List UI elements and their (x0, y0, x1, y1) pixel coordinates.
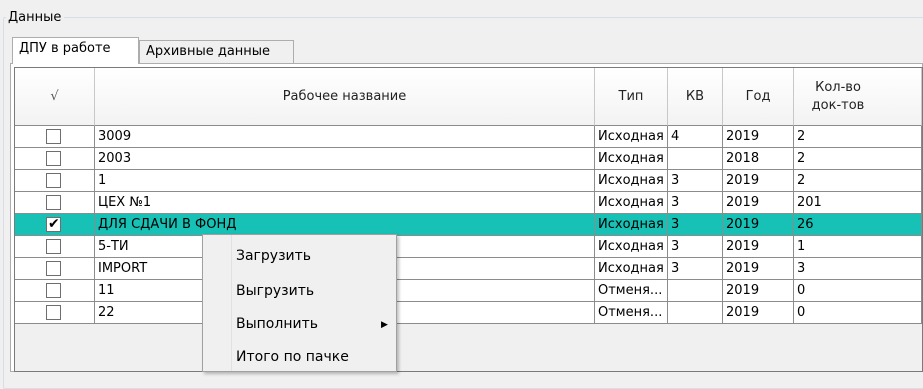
column-header-name[interactable]: Рабочее название (95, 68, 595, 126)
cell-year: 2019 (723, 280, 794, 302)
checkmark-icon: √ (50, 88, 59, 104)
cell-count: 1 (794, 236, 922, 258)
cell-count: 2 (794, 126, 922, 148)
cell-name: 3009 (95, 126, 595, 148)
cell-kv (668, 302, 723, 324)
table-row[interactable]: 3009 Исходная 4 2019 2 (15, 126, 922, 148)
menu-item-pack-total[interactable]: Итого по пачке (236, 346, 349, 368)
row-checkbox[interactable] (46, 239, 61, 254)
cell-kv: 3 (668, 258, 723, 280)
row-checkbox[interactable] (46, 195, 61, 210)
cell-type: Исходная (595, 236, 668, 258)
cell-type: Исходная (595, 192, 668, 214)
cell-type: Исходная (595, 258, 668, 280)
cell-kv: 3 (668, 170, 723, 192)
table-row[interactable]: 11 Отменя... 2019 0 (15, 280, 922, 302)
cell-type: Отменя... (595, 280, 668, 302)
cell-count: 2 (794, 170, 922, 192)
cell-year: 2019 (723, 302, 794, 324)
column-header-year[interactable]: Год (723, 68, 794, 126)
cell-count: 2 (794, 148, 922, 170)
cell-count: 26 (794, 214, 922, 236)
documents-grid[interactable]: √ Рабочее название Тип КВ Год Кол-во док… (14, 67, 923, 372)
row-check-cell: ✔ (15, 214, 95, 236)
row-check-cell (15, 258, 95, 280)
row-check-cell (15, 236, 95, 258)
row-check-cell (15, 192, 95, 214)
menu-item-unload[interactable]: Выгрузить (236, 280, 314, 302)
cell-year: 2019 (723, 214, 794, 236)
check-column-header[interactable]: √ (15, 68, 95, 126)
table-row[interactable]: ✔ ДЛЯ СДАЧИ В ФОНД Исходная 3 2019 26 (15, 214, 922, 236)
cell-year: 2018 (723, 148, 794, 170)
cell-type: Исходная (595, 148, 668, 170)
cell-type: Исходная (595, 126, 668, 148)
context-menu: Загрузить Выгрузить Выполнить ▶ Итого по… (202, 234, 397, 372)
table-row[interactable]: ЦЕХ №1 Исходная 3 2019 201 (15, 192, 922, 214)
table-row[interactable]: IMPORT Исходная 3 2019 3 (15, 258, 922, 280)
row-checkbox[interactable] (46, 283, 61, 298)
table-row[interactable]: 22 Отменя... 2019 0 (15, 302, 922, 324)
column-header-count-label: Кол-во док-тов (811, 79, 865, 113)
cell-count: 0 (794, 280, 922, 302)
cell-year: 2019 (723, 192, 794, 214)
table-row[interactable]: 5-ТИ Исходная 3 2019 1 (15, 236, 922, 258)
cell-kv: 3 (668, 192, 723, 214)
cell-type: Исходная (595, 170, 668, 192)
cell-type: Исходная (595, 214, 668, 236)
table-row[interactable]: 1 Исходная 3 2019 2 (15, 170, 922, 192)
cell-name: ЦЕХ №1 (95, 192, 595, 214)
submenu-arrow-icon: ▶ (381, 320, 388, 330)
cell-year: 2019 (723, 258, 794, 280)
cell-year: 2019 (723, 126, 794, 148)
cell-count: 0 (794, 302, 922, 324)
menu-item-execute[interactable]: Выполнить (236, 313, 318, 335)
menu-item-load[interactable]: Загрузить (236, 245, 311, 267)
row-check-cell (15, 280, 95, 302)
cell-kv: 3 (668, 214, 723, 236)
cell-type: Отменя... (595, 302, 668, 324)
cell-name: 2003 (95, 148, 595, 170)
table-row[interactable]: 2003 Исходная 2018 2 (15, 148, 922, 170)
row-check-cell (15, 302, 95, 324)
cell-kv: 4 (668, 126, 723, 148)
row-check-cell (15, 148, 95, 170)
cell-name: 1 (95, 170, 595, 192)
cell-kv (668, 280, 723, 302)
menu-icon-column-separator (231, 235, 232, 371)
cell-year: 2019 (723, 170, 794, 192)
cell-name: ДЛЯ СДАЧИ В ФОНД (95, 214, 595, 236)
cell-count: 201 (794, 192, 922, 214)
tab-dpu-in-work[interactable]: ДПУ в работе (12, 37, 139, 64)
row-check-cell (15, 126, 95, 148)
cell-kv: 3 (668, 236, 723, 258)
row-checkbox[interactable] (46, 151, 61, 166)
row-checkbox[interactable] (46, 173, 61, 188)
row-checkbox[interactable]: ✔ (46, 216, 61, 232)
group-title: Данные (6, 10, 65, 25)
column-header-type[interactable]: Тип (595, 68, 668, 126)
cell-year: 2019 (723, 236, 794, 258)
column-header-kv[interactable]: КВ (668, 68, 723, 126)
column-header-count[interactable]: Кол-во док-тов (794, 68, 922, 126)
row-checkbox[interactable] (46, 261, 61, 276)
check-mark-icon: ✔ (48, 216, 60, 232)
cell-kv (668, 148, 723, 170)
row-check-cell (15, 170, 95, 192)
tab-archive-data[interactable]: Архивные данные (139, 40, 294, 64)
row-checkbox[interactable] (46, 305, 61, 320)
row-checkbox[interactable] (46, 129, 61, 144)
cell-count: 3 (794, 258, 922, 280)
